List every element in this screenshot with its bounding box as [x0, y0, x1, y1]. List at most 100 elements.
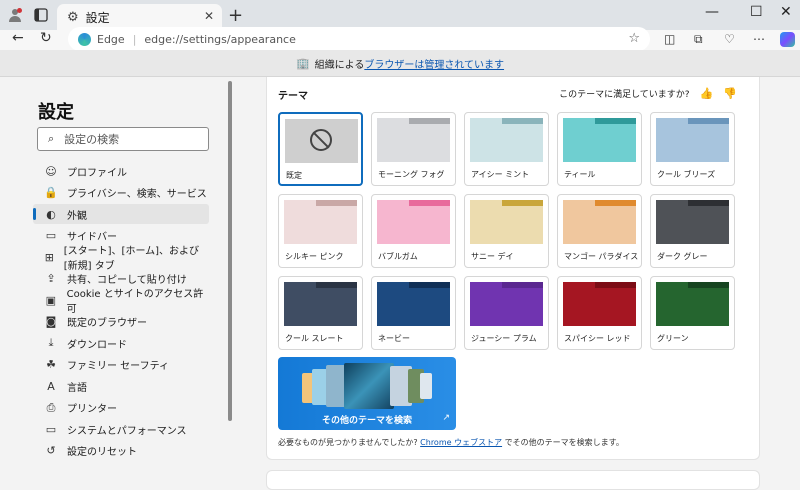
- folder-shape: [284, 288, 357, 326]
- theme-label: シルキー ピンク: [285, 252, 344, 261]
- sidebar-item-label: Cookie とサイトのアクセス許可: [66, 289, 204, 315]
- address-input[interactable]: Edge | edge://settings/appearance ☆: [68, 27, 650, 51]
- next-card: [266, 470, 760, 490]
- theme-label: マンゴー パラダイス: [564, 252, 639, 261]
- sidebar-item[interactable]: ⎙ プリンター: [33, 398, 209, 418]
- theme-label: サニー デイ: [471, 252, 514, 261]
- favorite-star-icon[interactable]: ☆: [628, 31, 640, 46]
- sidebar-item-label: 設定のリセット: [67, 447, 137, 458]
- sidebar-item[interactable]: ▭ システムとパフォーマンス: [33, 419, 209, 439]
- theme-label: グリーン: [657, 334, 689, 343]
- theme-tile[interactable]: モーニング フォグ: [371, 112, 456, 186]
- site-label: Edge: [97, 32, 125, 46]
- theme-preview: [656, 282, 729, 326]
- sidebar-item[interactable]: ◙ 既定のブラウザー: [33, 312, 209, 332]
- sidebar-item-label: 既定のブラウザー: [67, 318, 147, 329]
- title-bar: ⚙ 設定 ✕ + — ☐ ✕: [0, 0, 800, 30]
- sidebar-item-label: プライバシー、検索、サービス: [67, 189, 207, 200]
- folder-shape: [470, 288, 543, 326]
- folder-shape: [563, 124, 636, 162]
- browser-icon: ◙: [45, 315, 57, 328]
- theme-label: アイシー ミント: [471, 170, 530, 179]
- close-icon[interactable]: ✕: [204, 9, 214, 23]
- new-tab-button[interactable]: +: [228, 5, 243, 26]
- folder-shape: [470, 124, 543, 162]
- folder-shape: [656, 288, 729, 326]
- more-themes-label: その他のテーマを検索: [321, 416, 412, 426]
- scrollbar-thumb[interactable]: [228, 81, 232, 421]
- sidebar-item[interactable]: ⊞ [スタート]、[ホーム]、および [新規] タブ: [33, 246, 209, 272]
- theme-collage: [302, 363, 434, 409]
- external-link-icon: ↗: [442, 413, 450, 423]
- thumbs-down-icon[interactable]: 👎: [723, 87, 737, 100]
- refresh-button[interactable]: ↻: [40, 30, 52, 46]
- tab-actions-icon[interactable]: [32, 6, 50, 24]
- sidebar-item-label: 共有、コピーして貼り付け: [67, 275, 187, 286]
- person-icon: ☺: [45, 164, 57, 178]
- managed-notice: 🏢 組織による ブラウザーは管理されています: [0, 50, 800, 77]
- sidebar-item-label: 言語: [67, 382, 87, 394]
- more-options-icon[interactable]: ⋯: [753, 32, 765, 46]
- theme-tile[interactable]: クール スレート: [278, 276, 363, 350]
- sidebar-item[interactable]: ⤓ ダウンロード: [33, 333, 209, 353]
- sidebar-item[interactable]: 🔒 プライバシー、検索、サービス: [33, 183, 209, 203]
- close-window-button[interactable]: ✕: [780, 4, 792, 20]
- minimize-button[interactable]: —: [705, 4, 719, 20]
- sidebar-item[interactable]: ☘ ファミリー セーフティ: [33, 355, 209, 375]
- theme-preview: [377, 282, 450, 326]
- collections-icon[interactable]: ⧉: [694, 32, 703, 47]
- maximize-button[interactable]: ☐: [750, 4, 763, 20]
- sidebar-item-label: 外観: [67, 210, 87, 222]
- browser-essentials-icon[interactable]: ♡: [724, 32, 735, 46]
- theme-tile[interactable]: バブルガム: [371, 194, 456, 268]
- sidebar-item[interactable]: ◐ 外観: [33, 204, 209, 224]
- family-icon: ☘: [46, 358, 56, 371]
- sidebar-item[interactable]: ↺ 設定のリセット: [33, 441, 209, 461]
- folder-shape: [377, 206, 450, 244]
- managed-link[interactable]: ブラウザーは管理されています: [364, 56, 504, 71]
- sidebar-scrollbar[interactable]: [227, 77, 234, 481]
- profile-icon[interactable]: [6, 6, 24, 24]
- sidebar-item[interactable]: ☺ プロファイル: [33, 161, 209, 181]
- theme-preview: [470, 282, 543, 326]
- theme-tile[interactable]: マンゴー パラダイス: [557, 194, 642, 268]
- back-button[interactable]: ←: [12, 30, 24, 46]
- theme-tile[interactable]: クール ブリーズ: [650, 112, 735, 186]
- theme-tile[interactable]: アイシー ミント: [464, 112, 549, 186]
- chrome-store-link[interactable]: Chrome ウェブストア: [420, 438, 502, 447]
- search-input[interactable]: ⌕ 設定の検索: [37, 127, 209, 151]
- theme-preview: [563, 282, 636, 326]
- split-screen-icon[interactable]: ◫: [664, 32, 675, 46]
- folder-shape: [656, 206, 729, 244]
- theme-tile[interactable]: サニー デイ: [464, 194, 549, 268]
- thumbs-up-icon[interactable]: 👍: [700, 87, 714, 100]
- sidebar-item-label: ダウンロード: [67, 339, 127, 351]
- sidebar-item-label: [スタート]、[ホーム]、および [新規] タブ: [63, 246, 200, 272]
- gear-icon: ⚙: [67, 9, 79, 25]
- theme-tile[interactable]: ジューシー プラム: [464, 276, 549, 350]
- appearance-icon: ◐: [46, 207, 56, 221]
- theme-label: クール ブリーズ: [657, 170, 716, 179]
- theme-tile[interactable]: ネービー: [371, 276, 456, 350]
- folder-shape: [563, 206, 636, 244]
- theme-card: テーマ このテーマに満足していますか? 👍 👎 既定 モーニング フォグ アイシー …: [266, 77, 760, 460]
- sidebar-item[interactable]: ▣ Cookie とサイトのアクセス許可: [33, 289, 209, 315]
- search-placeholder: 設定の検索: [64, 133, 120, 146]
- theme-tile[interactable]: ティール: [557, 112, 642, 186]
- newtab-icon: ⊞: [44, 250, 54, 264]
- printer-icon: ⎙: [46, 400, 56, 414]
- more-themes-button[interactable]: その他のテーマを検索 ↗: [278, 357, 456, 430]
- theme-label: バブルガム: [378, 252, 418, 261]
- folder-shape: [470, 206, 543, 244]
- theme-tile[interactable]: シルキー ピンク: [278, 194, 363, 268]
- theme-tile[interactable]: ダーク グレー: [650, 194, 735, 268]
- theme-preview: [563, 118, 636, 162]
- theme-tile[interactable]: グリーン: [650, 276, 735, 350]
- sidebar-item-label: ファミリー セーフティ: [67, 361, 169, 372]
- copilot-icon[interactable]: [780, 32, 795, 47]
- sidebar-item[interactable]: A 言語: [33, 376, 209, 396]
- folder-shape: [377, 124, 450, 162]
- theme-tile[interactable]: スパイシー レッド: [557, 276, 642, 350]
- edge-logo-icon: [78, 32, 91, 46]
- theme-tile[interactable]: 既定: [278, 112, 363, 186]
